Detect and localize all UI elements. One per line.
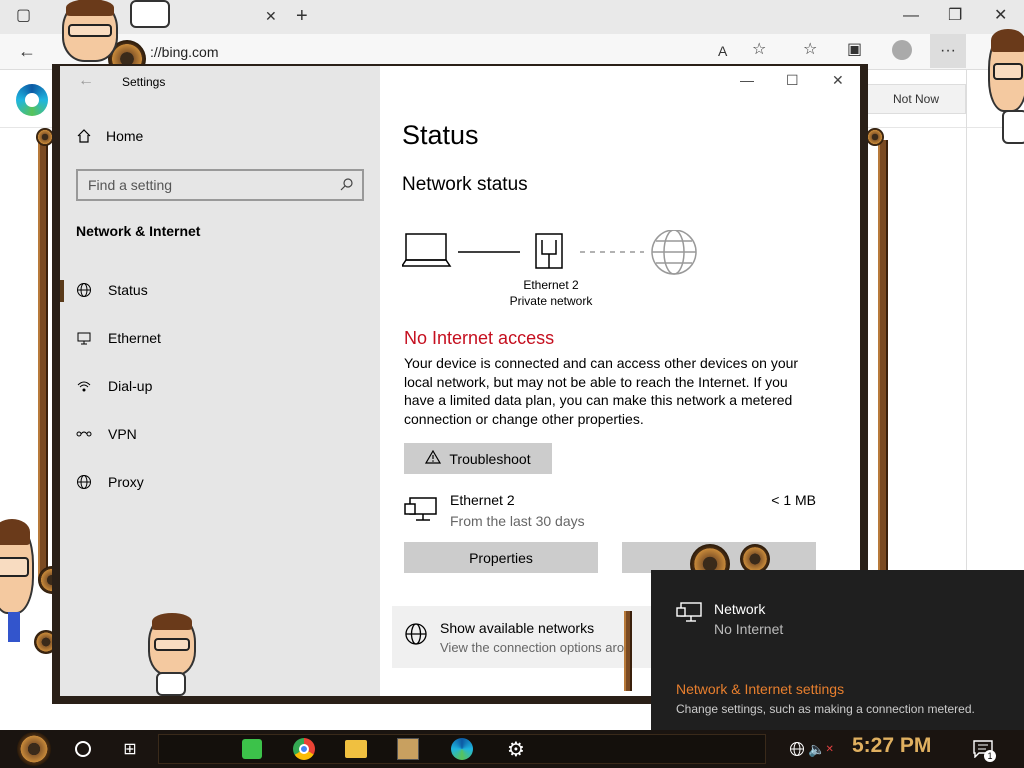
chrome-icon[interactable] <box>286 730 322 768</box>
ethernet-port-icon <box>535 233 563 269</box>
decorative-pipe <box>624 611 632 691</box>
restore-icon[interactable]: ❐ <box>948 8 962 24</box>
sidebar-item-home[interactable]: Home <box>76 128 143 144</box>
troubleshoot-label: Troubleshoot <box>449 450 531 467</box>
show-available-networks[interactable]: Show available networks View the connect… <box>392 606 692 668</box>
network-diagram: Ethernet 2 Private network <box>402 226 722 316</box>
status-description: Your device is connected and can access … <box>404 355 799 427</box>
favorite-add-icon[interactable]: ☆ <box>752 42 766 58</box>
settings-sidebar: ← Settings Home Find a setting Network &… <box>60 66 380 696</box>
settings-gear-icon[interactable]: ⚙ <box>498 730 534 768</box>
start-gear-icon <box>17 732 51 766</box>
edge-logo-icon <box>16 84 48 116</box>
selection-indicator <box>60 280 64 302</box>
cortana-icon[interactable] <box>66 730 100 768</box>
monitor-icon <box>404 496 438 529</box>
profile-icon[interactable] <box>892 40 912 60</box>
search-input[interactable]: Find a setting <box>76 169 364 201</box>
section-title: Network & Internet <box>76 223 201 239</box>
back-arrow-icon[interactable]: ← <box>18 42 36 60</box>
sidebar-item-label: Status <box>108 282 148 298</box>
sidebar-item-dialup[interactable]: Dial-up <box>60 366 380 406</box>
more-menu-icon[interactable]: ··· <box>930 34 966 68</box>
globe-icon <box>76 282 92 298</box>
not-now-button[interactable]: Not Now <box>866 84 966 114</box>
globe-icon <box>404 622 428 651</box>
network-settings-sub: Change settings, such as making a connec… <box>676 702 975 716</box>
warning-icon <box>425 449 442 467</box>
sidebar-item-label: VPN <box>108 426 137 442</box>
volume-muted-icon[interactable]: 🔈 ✕ <box>808 730 834 768</box>
usage-period: From the last 30 days <box>450 513 585 529</box>
sidebar-item-status[interactable]: Status <box>60 270 380 310</box>
search-icon <box>340 177 354 194</box>
sidebar-item-label: Ethernet <box>108 330 161 346</box>
address-bar-url[interactable]: ://bing.com <box>150 44 218 60</box>
properties-button[interactable]: Properties <box>404 542 598 573</box>
adapter-label: Ethernet 2 <box>523 278 579 292</box>
show-networks-sub: View the connection options aro <box>440 640 625 655</box>
monitor-icon <box>76 330 92 346</box>
back-arrow-icon[interactable]: ← <box>78 72 94 90</box>
vpn-icon <box>76 426 92 442</box>
decorative-pipe <box>38 140 48 580</box>
home-icon <box>76 128 92 144</box>
start-button[interactable] <box>10 730 58 768</box>
home-label: Home <box>106 128 144 144</box>
globe-icon <box>76 474 92 490</box>
adapter-name: Ethernet 2 <box>450 492 515 508</box>
sidebar-item-label: Dial-up <box>108 378 153 394</box>
laptop-icon <box>402 233 452 267</box>
flyout-network-label[interactable]: Network <box>714 601 765 617</box>
tab-actions-icon[interactable]: ▢ <box>16 8 31 24</box>
close-window-icon[interactable]: ✕ <box>994 8 1007 24</box>
gear-icon <box>866 128 884 146</box>
task-view-icon[interactable]: ⊞ <box>112 730 148 768</box>
dialup-icon <box>76 378 92 394</box>
adapter-usage-row: Ethernet 2 From the last 30 days < 1 MB <box>404 492 816 532</box>
file-explorer-icon[interactable] <box>338 730 374 768</box>
read-aloud-icon[interactable]: A <box>718 44 727 58</box>
cartoon-character <box>148 612 196 676</box>
network-type-label: Private network <box>509 294 593 308</box>
no-internet-alert: No Internet access <box>404 328 555 348</box>
collections-icon[interactable]: ▣ <box>847 42 862 58</box>
notes-app-icon[interactable] <box>234 730 270 768</box>
cartoon-character <box>62 0 118 62</box>
sidebar-item-label: Proxy <box>108 474 144 490</box>
monitor-icon <box>676 602 702 629</box>
network-status-heading: Network status <box>402 174 528 195</box>
taskbar-clock[interactable]: 5:27 PM <box>852 734 931 758</box>
cartoon-character <box>988 29 1024 112</box>
cartoon-character <box>0 518 34 614</box>
show-networks-title: Show available networks <box>440 620 595 636</box>
page-title: Status <box>402 120 479 150</box>
window-title: Settings <box>122 75 166 89</box>
troubleshoot-button[interactable]: Troubleshoot <box>404 443 552 474</box>
data-usage: < 1 MB <box>771 492 816 508</box>
close-tab-icon[interactable]: ✕ <box>265 9 277 23</box>
favorites-icon[interactable]: ☆ <box>803 42 817 58</box>
network-settings-link[interactable]: Network & Internet settings <box>676 681 844 697</box>
flyout-network-status: No Internet <box>714 621 784 637</box>
divider <box>966 70 967 570</box>
edge-icon[interactable] <box>444 730 480 768</box>
cartoon-character-arm <box>130 0 170 28</box>
network-tray-icon[interactable] <box>786 730 808 768</box>
search-placeholder: Find a setting <box>88 177 173 193</box>
notification-center-icon[interactable]: 1 <box>968 730 998 768</box>
globe-icon <box>651 230 697 275</box>
sidebar-item-proxy[interactable]: Proxy <box>60 462 380 502</box>
notification-count-badge: 1 <box>984 750 996 762</box>
game-app-icon[interactable] <box>390 730 426 768</box>
cartoon-character-body <box>1002 110 1024 144</box>
sidebar-item-vpn[interactable]: VPN <box>60 414 380 454</box>
cartoon-character-body <box>156 672 186 696</box>
plus-icon[interactable]: + <box>296 6 308 26</box>
cartoon-tie <box>8 612 20 642</box>
minimize-icon[interactable]: — <box>903 8 919 24</box>
decorative-pipe <box>878 140 888 570</box>
sidebar-item-ethernet[interactable]: Ethernet <box>60 318 380 358</box>
network-flyout: Network No Internet Network & Internet s… <box>651 570 1024 730</box>
